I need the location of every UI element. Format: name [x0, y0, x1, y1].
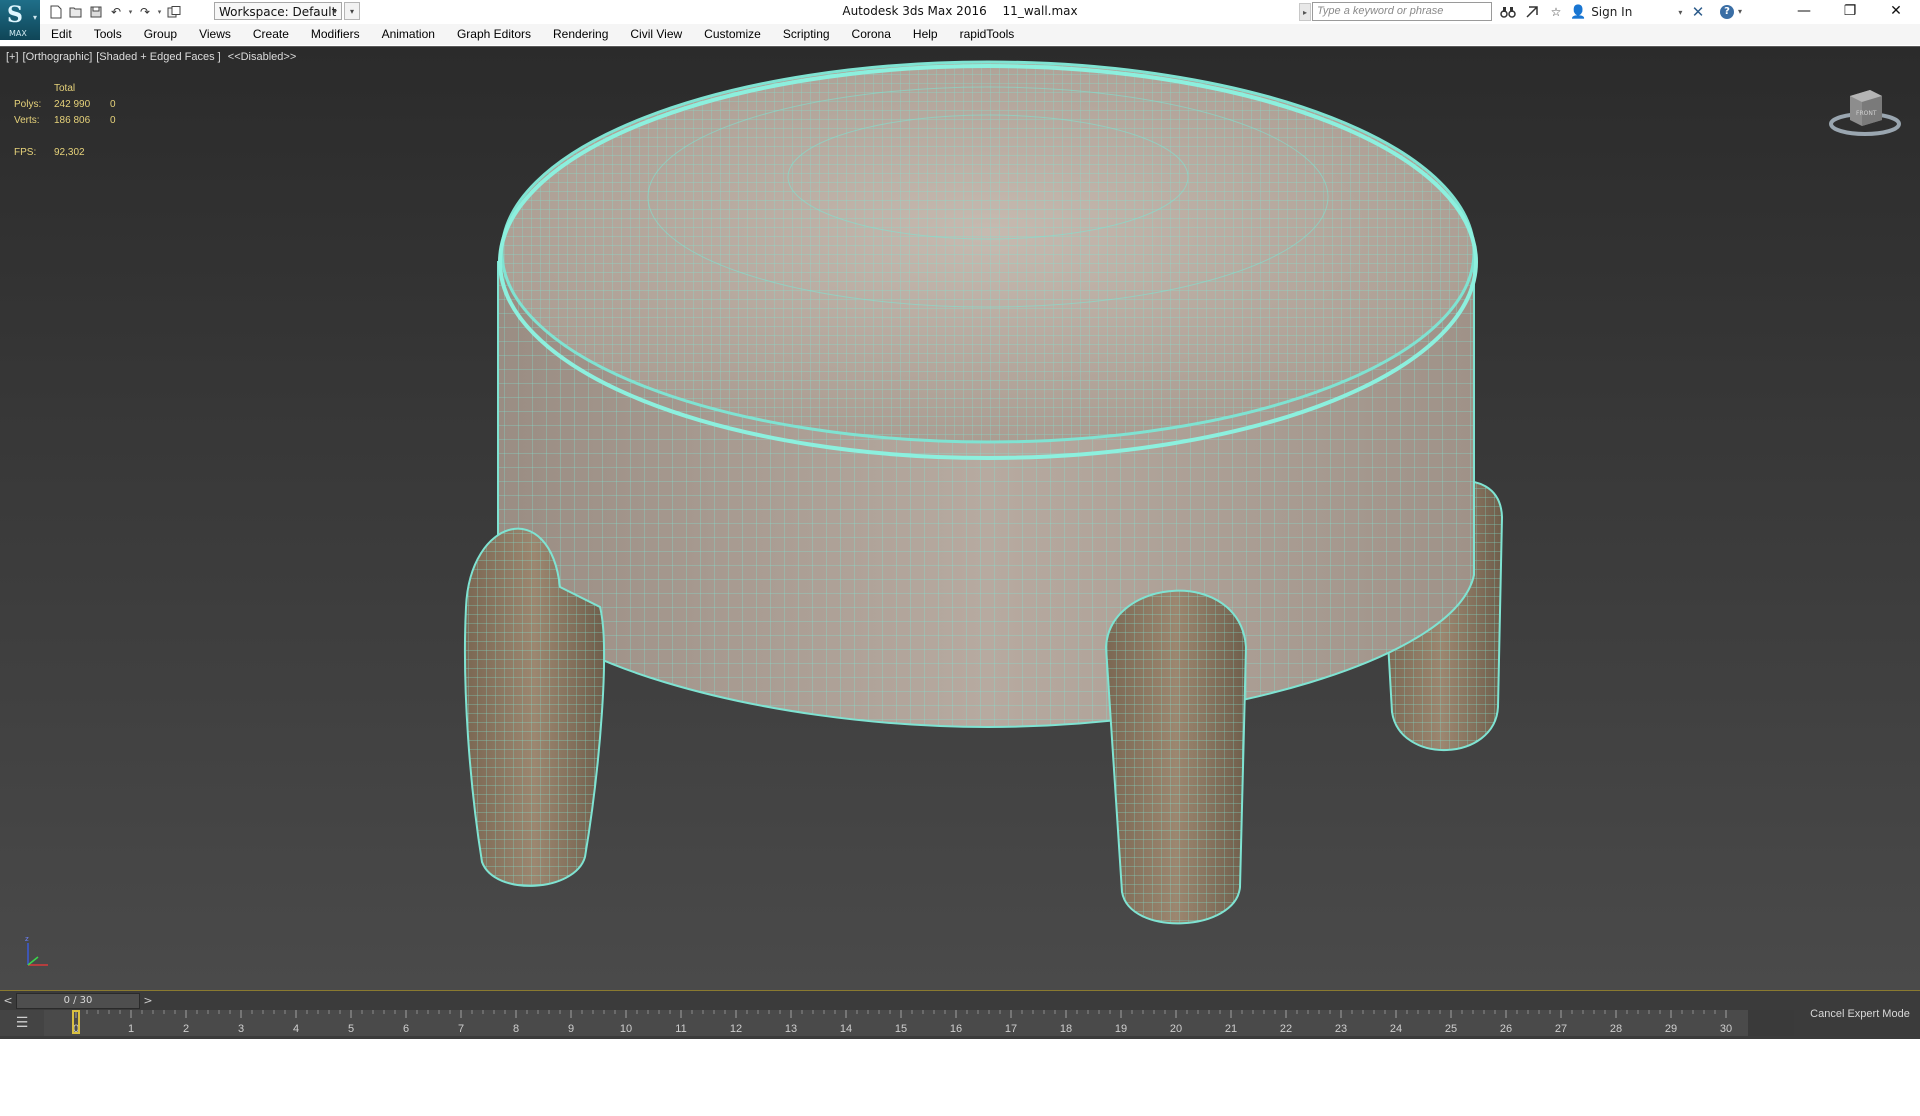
frame-label: 27: [1555, 1023, 1567, 1035]
time-slider-next[interactable]: >: [140, 993, 156, 1009]
binoculars-icon[interactable]: [1496, 3, 1520, 21]
menu-graph-editors[interactable]: Graph Editors: [446, 24, 542, 45]
timeline-panel: < 0 / 30 > ☰ 0 1 2 3 4 5 6 7 8 9 10 11 12 13 14 15 16 17 1…: [0, 991, 1920, 1039]
frame-label: 9: [568, 1023, 574, 1035]
title-bar: S MAX ▾ ↶ ▾ ↷ ▾ Workspace: Default ▾ ▾ A…: [0, 0, 1920, 40]
time-slider-prev[interactable]: <: [0, 993, 16, 1009]
new-file-icon[interactable]: [46, 3, 66, 21]
menu-help[interactable]: Help: [902, 24, 949, 45]
menu-edit[interactable]: Edit: [40, 24, 83, 45]
menu-civil-view[interactable]: Civil View: [619, 24, 693, 45]
frame-label: 5: [348, 1023, 354, 1035]
frame-label: 28: [1610, 1023, 1622, 1035]
infocenter-icons: ☆: [1496, 3, 1568, 21]
frame-label: 17: [1005, 1023, 1017, 1035]
frame-label: 30: [1720, 1023, 1732, 1035]
frame-label: 4: [293, 1023, 299, 1035]
track-bar-toggle-icon[interactable]: ☰: [0, 1010, 45, 1036]
favorites-star-icon[interactable]: ☆: [1544, 3, 1568, 21]
ruler-end-pad: [1748, 1010, 1794, 1036]
app-name: Autodesk 3ds Max 2016: [842, 4, 987, 18]
workspace-options-icon[interactable]: ▾: [344, 2, 360, 20]
frame-label: 3: [238, 1023, 244, 1035]
menu-bar: Edit Tools Group Views Create Modifiers Animat…: [40, 24, 1920, 45]
close-button[interactable]: ✕: [1873, 0, 1919, 24]
frame-label: 6: [403, 1023, 409, 1035]
sign-in-label: Sign In: [1591, 5, 1633, 19]
workspace-label: Workspace: Default: [219, 5, 337, 19]
save-icon[interactable]: [86, 3, 106, 21]
frame-label: 21: [1225, 1023, 1237, 1035]
project-folder-icon[interactable]: [164, 3, 184, 21]
frame-label: 23: [1335, 1023, 1347, 1035]
menu-group[interactable]: Group: [133, 24, 188, 45]
quick-access-toolbar: ↶ ▾ ↷ ▾: [46, 3, 184, 21]
frame-label: 15: [895, 1023, 907, 1035]
frame-label: 18: [1060, 1023, 1072, 1035]
time-slider-thumb[interactable]: 0 / 30: [16, 993, 140, 1009]
frame-label: 8: [513, 1023, 519, 1035]
help-menu[interactable]: ? ▾: [1720, 3, 1752, 21]
restore-button[interactable]: ❐: [1827, 0, 1873, 24]
frame-label: 12: [730, 1023, 742, 1035]
frame-label: 14: [840, 1023, 852, 1035]
search-expand-icon[interactable]: ▸: [1299, 3, 1311, 21]
menu-views[interactable]: Views: [188, 24, 242, 45]
frame-label: 11: [675, 1023, 686, 1035]
frame-label: 29: [1665, 1023, 1677, 1035]
viewcube-face-label: FRONT: [1856, 110, 1877, 117]
menu-customize[interactable]: Customize: [693, 24, 772, 45]
open-file-icon[interactable]: [66, 3, 86, 21]
user-icon: 👤: [1570, 4, 1587, 20]
workspace-dropdown[interactable]: Workspace: Default ▾: [214, 2, 342, 20]
leg-front-center[interactable]: [1104, 589, 1248, 925]
sign-in-menu[interactable]: 👤 Sign In ▾: [1570, 3, 1682, 21]
cancel-expert-mode-button[interactable]: Cancel Expert Mode: [1800, 991, 1920, 1039]
viewcube-icon[interactable]: FRONT: [1826, 82, 1904, 142]
frame-label: 10: [620, 1023, 632, 1035]
perspective-viewport[interactable]: [+] [Orthographic] [Shaded + Edged Faces ]…: [0, 46, 1920, 991]
menu-tools[interactable]: Tools: [83, 24, 133, 45]
menu-rendering[interactable]: Rendering: [542, 24, 619, 45]
minimize-button[interactable]: —: [1781, 0, 1827, 24]
chevron-down-icon: ▾: [332, 7, 337, 16]
frame-label: 1: [128, 1023, 134, 1035]
ottoman-model[interactable]: [0, 47, 1920, 991]
axis-tripod-icon: z: [25, 935, 48, 966]
menu-modifiers[interactable]: Modifiers: [300, 24, 371, 45]
svg-text:z: z: [25, 935, 29, 943]
frame-label: 13: [785, 1023, 797, 1035]
file-name: 11_wall.max: [1002, 4, 1078, 18]
frame-label: 2: [183, 1023, 189, 1035]
redo-dropdown-icon[interactable]: ▾: [155, 8, 164, 16]
frame-label: 24: [1390, 1023, 1402, 1035]
frame-label: 20: [1170, 1023, 1182, 1035]
max-logo-icon[interactable]: S MAX ▾: [0, 0, 40, 40]
redo-icon[interactable]: ↷: [135, 3, 155, 21]
app-logo-label: MAX: [9, 29, 27, 38]
frame-label: 16: [950, 1023, 962, 1035]
undo-dropdown-icon[interactable]: ▾: [126, 8, 135, 16]
menu-scripting[interactable]: Scripting: [772, 24, 841, 45]
exchange-apps-icon[interactable]: ✕: [1688, 3, 1708, 21]
time-slider[interactable]: < 0 / 30 >: [0, 993, 158, 1009]
subscription-icon[interactable]: [1520, 3, 1544, 21]
chevron-down-icon: ▾: [1678, 7, 1683, 17]
menu-rapidtools[interactable]: rapidTools: [949, 24, 1026, 45]
undo-icon[interactable]: ↶: [106, 3, 126, 21]
menu-animation[interactable]: Animation: [371, 24, 446, 45]
menu-corona[interactable]: Corona: [841, 24, 902, 45]
frame-label: 25: [1445, 1023, 1457, 1035]
search-input[interactable]: Type a keyword or phrase: [1312, 2, 1492, 21]
frame-label: 26: [1500, 1023, 1512, 1035]
menu-create[interactable]: Create: [242, 24, 300, 45]
frame-label: 22: [1280, 1023, 1292, 1035]
frame-label: 19: [1115, 1023, 1127, 1035]
help-icon: ?: [1720, 5, 1734, 19]
frame-ruler[interactable]: 0 1 2 3 4 5 6 7 8 9 10 11 12 13 14 15 16 17 18 19 20 21 22 23 24…: [44, 1010, 1748, 1036]
frame-label: 7: [458, 1023, 464, 1035]
